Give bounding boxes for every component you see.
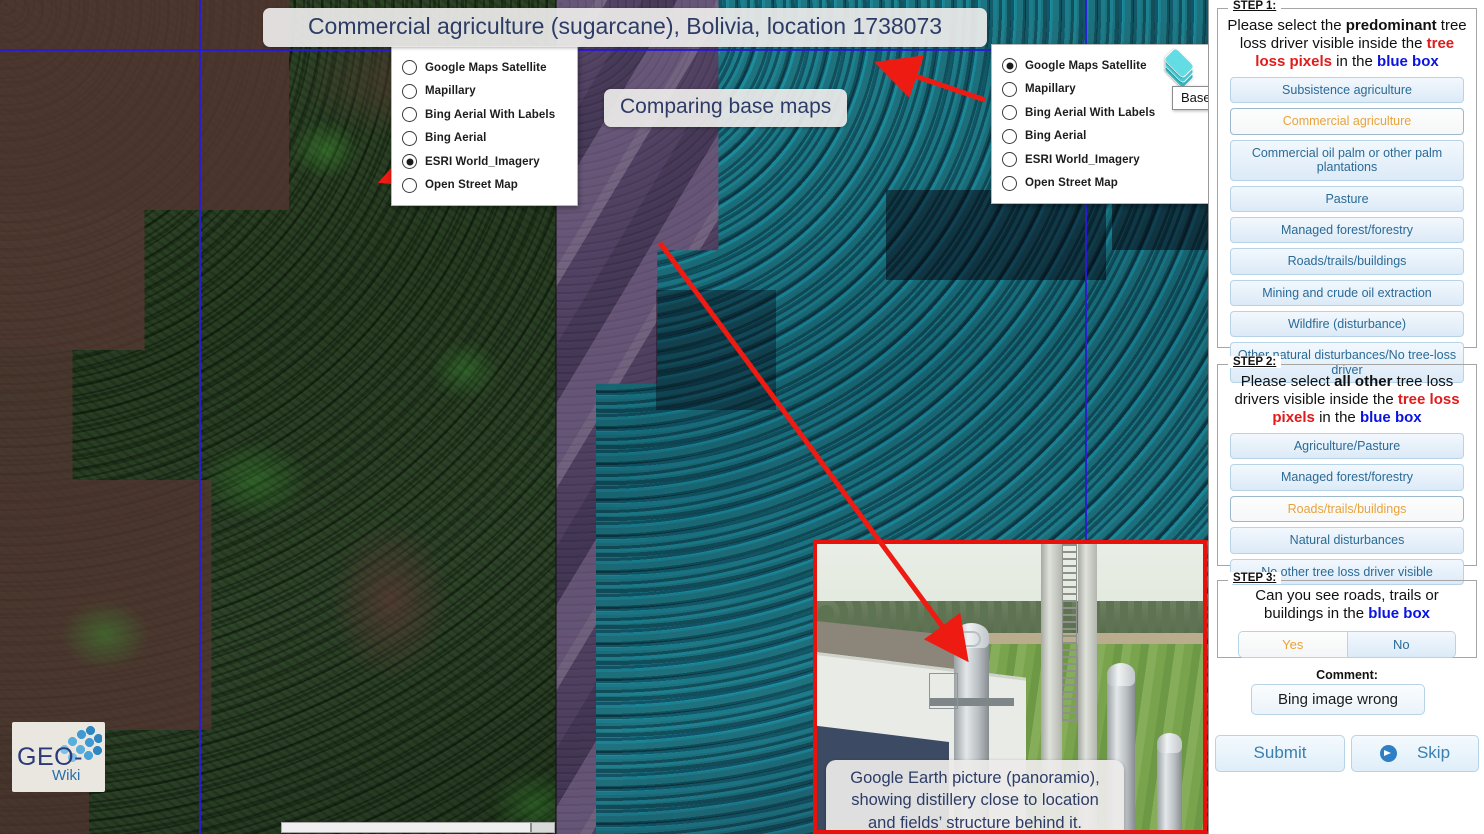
step3-yesno-toggle[interactable]: Yes No — [1238, 631, 1456, 658]
step1-option-commercial-oil-palm[interactable]: Commercial oil palm or other palm planta… — [1230, 139, 1464, 181]
step1-option-commercial-agriculture[interactable]: Commercial agriculture — [1230, 108, 1464, 135]
comment-input[interactable]: Bing image wrong — [1251, 684, 1425, 715]
step1-option-mining-crude-oil[interactable]: Mining and crude oil extraction — [1230, 279, 1464, 306]
step3-section: STEP 3: Can you see roads, trails or bui… — [1217, 572, 1477, 658]
basemap-option-label: Open Street Map — [425, 179, 518, 192]
basemap-option-open-street-map[interactable]: Open Street Map — [1002, 172, 1208, 196]
step2-prompt-part: Please select — [1240, 373, 1335, 390]
photo-column-elbow — [946, 631, 982, 647]
step1-prompt-emph: predominant — [1345, 17, 1437, 34]
step3-yes-button[interactable]: Yes — [1239, 632, 1347, 657]
basemap-option-mapillary[interactable]: Mapillary — [402, 80, 567, 104]
step1-prompt-part: in the — [1332, 53, 1378, 70]
photo-column-head — [1106, 662, 1136, 686]
basemap-option-label: ESRI World_Imagery — [1025, 153, 1140, 166]
photo-distillation-column — [1156, 747, 1182, 830]
blue-box-edge-left — [199, 0, 201, 834]
step3-no-button[interactable]: No — [1346, 632, 1455, 657]
skip-button[interactable]: Skip — [1351, 735, 1479, 772]
basemap-option-label: Mapillary — [1025, 83, 1076, 96]
step1-option-managed-forest[interactable]: Managed forest/forestry — [1230, 216, 1464, 244]
radio-icon-selected[interactable] — [402, 154, 417, 170]
basemap-option-bing-aerial[interactable]: Bing Aerial — [1002, 125, 1208, 149]
step2-prompt-part: in the — [1314, 409, 1360, 426]
step3-prompt: Can you see roads, trails or buildings i… — [1218, 581, 1476, 625]
cleared-patch — [656, 290, 776, 410]
step1-prompt: Please select the predominant tree loss … — [1218, 9, 1476, 77]
photo-ladder — [1062, 544, 1078, 722]
comment-label: Comment: — [1316, 668, 1378, 682]
step2-option-managed-forest[interactable]: Managed forest/forestry — [1230, 464, 1464, 491]
submit-button[interactable]: Submit — [1215, 735, 1345, 772]
basemap-option-label: Bing Aerial — [1025, 130, 1087, 143]
step1-option-wildfire[interactable]: Wildfire (disturbance) — [1230, 311, 1464, 338]
photo-railing — [928, 672, 958, 709]
basemap-option-bing-aerial[interactable]: Bing Aerial — [402, 127, 567, 151]
step2-option-agriculture-pasture[interactable]: Agriculture/Pasture — [1230, 433, 1464, 460]
basemap-option-label: Google Maps Satellite — [425, 61, 547, 74]
layers-tooltip: Base maps — [1172, 86, 1208, 110]
layers-icon[interactable] — [1162, 46, 1196, 90]
step2-legend: STEP 2: — [1228, 356, 1282, 368]
radio-icon[interactable] — [402, 60, 417, 76]
step1-legend: STEP 1: — [1228, 0, 1282, 12]
photo-column-head — [1156, 732, 1182, 753]
panoramio-photo[interactable]: Google Earth picture (panoramio), showin… — [813, 540, 1207, 834]
comparison-callout: Comparing base maps — [604, 89, 848, 127]
step1-option-roads-trails-buildings[interactable]: Roads/trails/buildings — [1230, 248, 1464, 275]
basemap-option-label: Bing Aerial With Labels — [1025, 106, 1156, 119]
step1-prompt-part: Please select the — [1227, 17, 1346, 34]
step3-prompt-bluebox: blue box — [1368, 605, 1430, 622]
basemap-option-label: ESRI World_Imagery — [425, 155, 540, 168]
step2-prompt: Please select all other tree loss driver… — [1218, 365, 1476, 433]
radio-icon-selected[interactable] — [1002, 58, 1017, 74]
basemap-panel-left[interactable]: Google Maps Satellite Mapillary Bing Aer… — [391, 46, 578, 206]
scrollbar-thumb[interactable] — [282, 823, 532, 832]
validation-sidebar: STEP 1: Please select the predominant tr… — [1208, 0, 1484, 834]
radio-icon[interactable] — [1002, 105, 1017, 121]
map-comparison-area[interactable]: GEO- Wiki Google Earth picture (panorami… — [0, 0, 1208, 834]
radio-icon[interactable] — [402, 177, 417, 193]
skip-button-label: Skip — [1416, 743, 1451, 762]
radio-icon[interactable] — [1002, 81, 1017, 97]
basemap-option-label: Google Maps Satellite — [1025, 59, 1147, 72]
basemap-option-esri-world-imagery[interactable]: ESRI World_Imagery — [1002, 148, 1208, 172]
step1-option-subsistence-agriculture[interactable]: Subsistence agriculture — [1230, 77, 1464, 104]
step1-section: STEP 1: Please select the predominant tr… — [1217, 0, 1477, 384]
step2-section: STEP 2: Please select all other tree los… — [1217, 356, 1477, 585]
step2-option-natural-disturbances[interactable]: Natural disturbances — [1230, 527, 1464, 554]
basemap-option-label: Open Street Map — [1025, 177, 1118, 190]
step2-prompt-emph: all other — [1334, 373, 1393, 390]
horizontal-scrollbar[interactable] — [281, 822, 555, 833]
geo-wiki-validation-screen: GEO- Wiki Google Earth picture (panorami… — [0, 0, 1484, 834]
radio-icon[interactable] — [402, 107, 417, 123]
page-title: Commercial agriculture (sugarcane), Boli… — [263, 8, 987, 48]
radio-icon[interactable] — [402, 83, 417, 99]
geo-wiki-logo: GEO- Wiki — [12, 722, 105, 792]
basemap-option-label: Bing Aerial — [425, 132, 487, 145]
step1-option-pasture[interactable]: Pasture — [1230, 185, 1464, 212]
skip-arrow-icon — [1379, 744, 1397, 762]
radio-icon[interactable] — [1002, 152, 1017, 168]
radio-icon[interactable] — [402, 130, 417, 146]
photo-caption: Google Earth picture (panoramio), showin… — [826, 760, 1124, 830]
step2-prompt-bluebox: blue box — [1359, 409, 1422, 426]
basemap-option-open-street-map[interactable]: Open Street Map — [402, 174, 567, 198]
basemap-option-label: Mapillary — [425, 85, 476, 98]
basemap-option-bing-aerial-with-labels[interactable]: Bing Aerial With Labels — [402, 103, 567, 127]
step3-legend: STEP 3: — [1228, 572, 1282, 584]
step1-prompt-bluebox: blue box — [1377, 53, 1439, 70]
radio-icon[interactable] — [1002, 175, 1017, 191]
step2-option-roads-trails-buildings[interactable]: Roads/trails/buildings — [1230, 495, 1464, 523]
basemap-option-label: Bing Aerial With Labels — [425, 108, 556, 121]
basemap-option-esri-world-imagery[interactable]: ESRI World_Imagery — [402, 150, 567, 174]
logo-secondary-text: Wiki — [52, 767, 81, 784]
radio-icon[interactable] — [1002, 128, 1017, 144]
basemap-option-google-maps-satellite[interactable]: Google Maps Satellite — [402, 56, 567, 80]
